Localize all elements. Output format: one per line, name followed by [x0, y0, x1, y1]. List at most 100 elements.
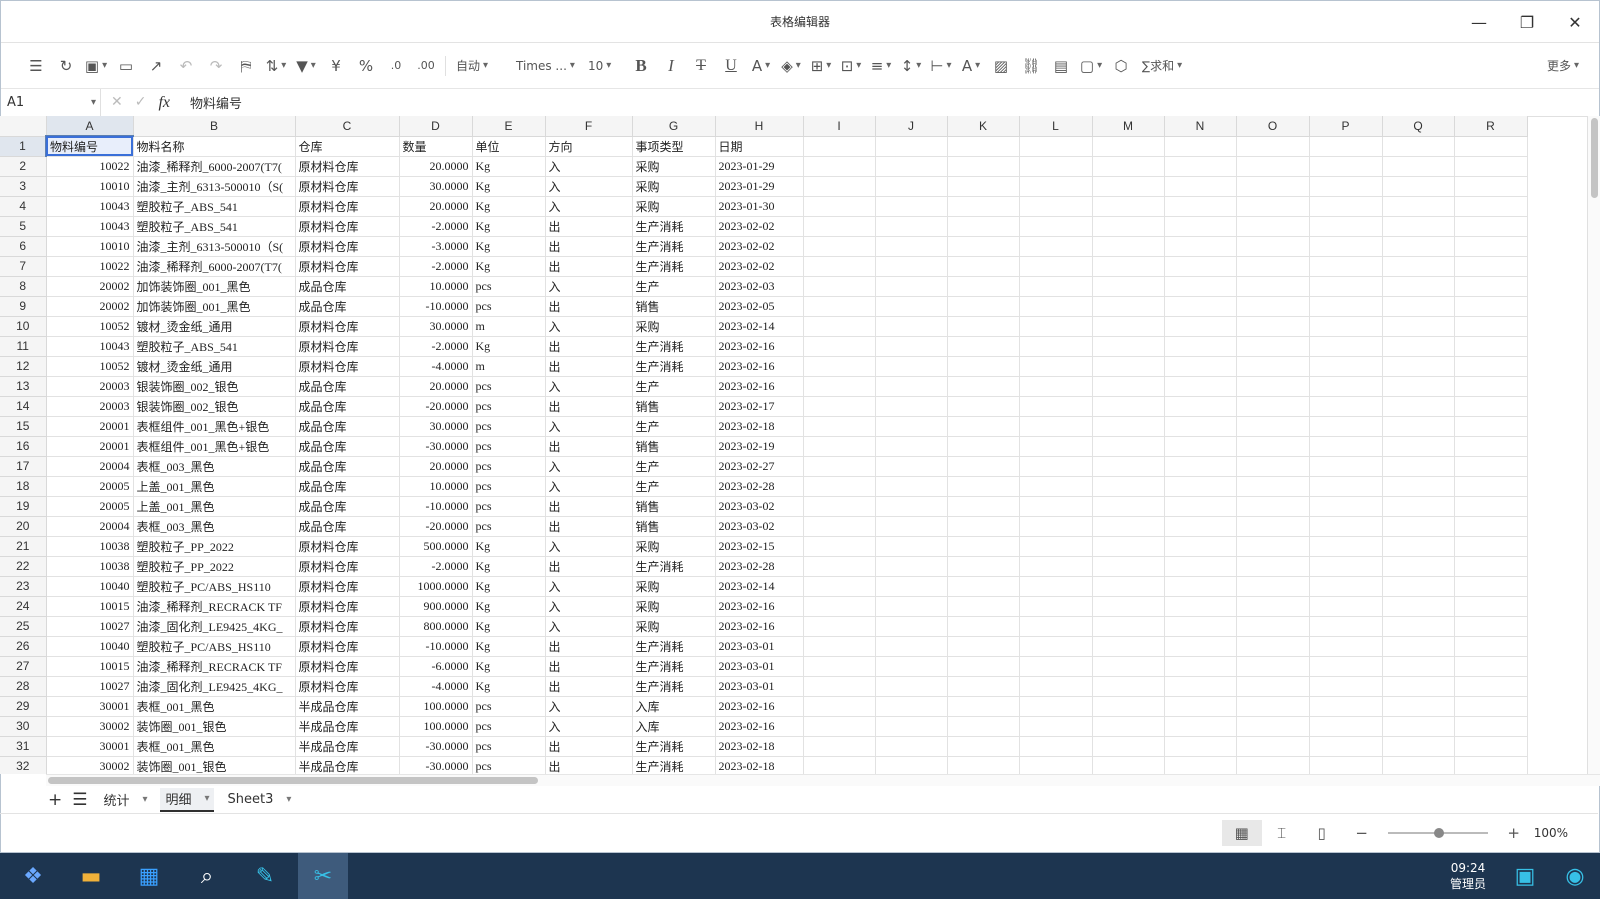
cell[interactable]: -2.0000: [399, 336, 473, 357]
cell[interactable]: 2023-02-14: [715, 576, 804, 597]
cell[interactable]: [1382, 616, 1455, 637]
cell[interactable]: [1382, 436, 1455, 457]
row-header[interactable]: 25: [0, 616, 47, 637]
cell[interactable]: 生产: [632, 416, 716, 437]
minimize-icon[interactable]: —: [1455, 1, 1503, 43]
cell[interactable]: [1309, 396, 1383, 417]
cell[interactable]: 出: [545, 556, 633, 577]
cell[interactable]: [1236, 656, 1310, 677]
row-header[interactable]: 19: [0, 496, 47, 517]
cell[interactable]: [1019, 756, 1093, 774]
cell[interactable]: 表框_003_黑色: [133, 516, 296, 537]
cell[interactable]: [1236, 176, 1310, 197]
insert-image-icon[interactable]: ▨: [986, 51, 1016, 81]
cell[interactable]: [1454, 276, 1528, 297]
cell[interactable]: [1454, 156, 1528, 177]
cell[interactable]: [1164, 476, 1237, 497]
cell[interactable]: [1236, 696, 1310, 717]
cell[interactable]: [1164, 596, 1237, 617]
cell[interactable]: [1236, 516, 1310, 537]
cell[interactable]: [1164, 216, 1237, 237]
cell[interactable]: 物料名称: [133, 136, 296, 157]
cell[interactable]: [1454, 416, 1528, 437]
border-icon[interactable]: ⊞: [806, 51, 836, 81]
cell[interactable]: [1164, 296, 1237, 317]
sheet-tab-sheet3[interactable]: Sheet3: [222, 788, 296, 812]
cell[interactable]: 成品仓库: [295, 296, 400, 317]
cell[interactable]: [1019, 656, 1093, 677]
cell[interactable]: [1092, 156, 1165, 177]
cell[interactable]: 900.0000: [399, 596, 473, 617]
cell[interactable]: 采购: [632, 196, 716, 217]
cell[interactable]: 上盖_001_黑色: [133, 496, 296, 517]
cell[interactable]: 成品仓库: [295, 476, 400, 497]
cell[interactable]: 原材料仓库: [295, 676, 400, 697]
cell[interactable]: [875, 296, 948, 317]
cell[interactable]: [1454, 216, 1528, 237]
cell[interactable]: pcs: [472, 496, 546, 517]
cell[interactable]: 2023-01-29: [715, 176, 804, 197]
cell[interactable]: 成品仓库: [295, 376, 400, 397]
cell[interactable]: [803, 656, 876, 677]
cell[interactable]: 销售: [632, 516, 716, 537]
cell[interactable]: [1454, 296, 1528, 317]
cell[interactable]: 30.0000: [399, 416, 473, 437]
name-box[interactable]: A1: [1, 88, 101, 117]
cell[interactable]: [1454, 616, 1528, 637]
row-header[interactable]: 2: [0, 156, 47, 177]
cell[interactable]: [1454, 576, 1528, 597]
sort-icon[interactable]: ⇅: [261, 51, 291, 81]
cell[interactable]: 2023-03-01: [715, 656, 804, 677]
cell[interactable]: 数量: [399, 136, 473, 157]
cell[interactable]: [1019, 596, 1093, 617]
cell[interactable]: [1164, 256, 1237, 277]
cell[interactable]: [1092, 616, 1165, 637]
merge-cells-icon[interactable]: ⊡: [836, 51, 866, 81]
cell[interactable]: 油漆_稀释剂_6000-2007(T7(: [133, 256, 296, 277]
row-header[interactable]: 24: [0, 596, 47, 617]
cell[interactable]: 塑胶粒子_ABS_541: [133, 216, 296, 237]
cell[interactable]: [1309, 156, 1383, 177]
cell[interactable]: [1019, 516, 1093, 537]
cell[interactable]: 10015: [46, 656, 134, 677]
more-button[interactable]: 更多: [1545, 51, 1581, 81]
cell[interactable]: [1236, 336, 1310, 357]
underline-button[interactable]: U: [716, 51, 746, 81]
cell[interactable]: [1092, 476, 1165, 497]
cell[interactable]: [1382, 176, 1455, 197]
cell[interactable]: [1019, 696, 1093, 717]
cell[interactable]: 银装饰圈_002_银色: [133, 376, 296, 397]
cell[interactable]: [875, 556, 948, 577]
fx-icon[interactable]: fx: [158, 94, 170, 112]
cell[interactable]: 原材料仓库: [295, 256, 400, 277]
cell[interactable]: [947, 656, 1020, 677]
row-header[interactable]: 15: [0, 416, 47, 437]
cell[interactable]: [1164, 536, 1237, 557]
cell[interactable]: 原材料仓库: [295, 596, 400, 617]
cell[interactable]: 原材料仓库: [295, 556, 400, 577]
cell[interactable]: [1164, 156, 1237, 177]
cell[interactable]: 2023-02-16: [715, 376, 804, 397]
row-header[interactable]: 20: [0, 516, 47, 537]
cell[interactable]: [875, 416, 948, 437]
cell[interactable]: 入库: [632, 696, 716, 717]
zoom-slider-knob[interactable]: [1433, 828, 1444, 838]
cell[interactable]: [1382, 136, 1455, 157]
cell[interactable]: [803, 336, 876, 357]
zoom-in-icon[interactable]: +: [1494, 820, 1534, 846]
cell[interactable]: [803, 156, 876, 177]
cell[interactable]: 油漆_稀释剂_RECRACK TF: [133, 656, 296, 677]
cell[interactable]: 原材料仓库: [295, 536, 400, 557]
cell[interactable]: -2.0000: [399, 256, 473, 277]
cell[interactable]: 20.0000: [399, 196, 473, 217]
column-header[interactable]: G: [632, 116, 716, 137]
normal-view-icon[interactable]: ▦: [1221, 820, 1262, 846]
cell[interactable]: 成品仓库: [295, 276, 400, 297]
cell[interactable]: [875, 696, 948, 717]
cell[interactable]: 10022: [46, 256, 134, 277]
cell[interactable]: [1454, 476, 1528, 497]
cell[interactable]: [1236, 316, 1310, 337]
cell[interactable]: [1454, 316, 1528, 337]
search-icon[interactable]: ⌕: [182, 853, 232, 899]
cell[interactable]: [1019, 576, 1093, 597]
